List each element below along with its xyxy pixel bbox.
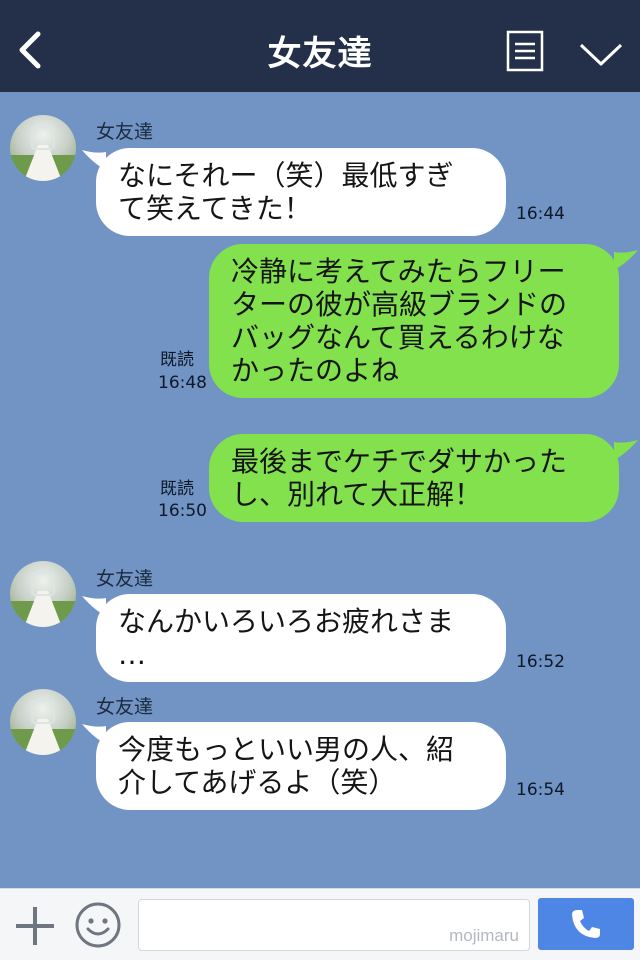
sender-name: 女友達 xyxy=(96,121,154,143)
phone-icon xyxy=(572,910,600,938)
watermark: mojimaru xyxy=(449,926,519,945)
message-line: 最後までケチでダサかった xyxy=(231,445,568,478)
message-line: ターの彼が高級ブランドの xyxy=(231,288,568,321)
call-button[interactable] xyxy=(538,898,634,950)
message-line: バッグなんて買えるわけな xyxy=(231,321,565,354)
message-line: なんかいろいろお疲れさま xyxy=(118,605,455,638)
smiley-icon[interactable] xyxy=(74,901,122,949)
message-bubble[interactable]: 最後までケチでダサかった し、別れて大正解！ xyxy=(209,434,619,522)
message-bubble[interactable]: 今度もっといい男の人、紹 介してあげるよ（笑） xyxy=(96,722,506,810)
chat-header: 女友達 xyxy=(0,0,640,92)
avatar[interactable] xyxy=(10,561,76,627)
message-bubble[interactable]: なんかいろいろお疲れさま … xyxy=(96,594,506,682)
input-bar: mojimaru xyxy=(0,888,640,960)
message-line: 冷静に考えてみたらフリー xyxy=(231,255,566,288)
avatar[interactable] xyxy=(10,689,76,755)
message-bubble[interactable]: 冷静に考えてみたらフリー ターの彼が高級ブランドの バッグなんて買えるわけな か… xyxy=(209,244,619,398)
avatar[interactable] xyxy=(10,115,76,181)
read-receipt: 既読 xyxy=(160,479,194,499)
chevron-down-icon[interactable] xyxy=(578,40,624,68)
list-icon[interactable] xyxy=(506,30,544,72)
message-bubble[interactable]: なにそれー（笑）最低すぎ て笑えてきた！ xyxy=(96,148,506,236)
message-line: … xyxy=(118,638,146,671)
plus-icon[interactable] xyxy=(14,905,56,947)
message-line: なにそれー（笑）最低すぎ xyxy=(118,159,454,192)
bubble-tail xyxy=(614,250,638,270)
message-time: 16:54 xyxy=(516,780,565,800)
read-receipt: 既読 xyxy=(160,350,194,370)
message-line: 今度もっといい男の人、紹 xyxy=(118,733,455,766)
message-time: 16:48 xyxy=(158,373,207,393)
chat-area[interactable]: 女友達 なにそれー（笑）最低すぎ て笑えてきた！ 16:44 冷静に考えてみたら… xyxy=(0,92,640,888)
sender-name: 女友達 xyxy=(96,568,154,590)
message-line: し、別れて大正解！ xyxy=(231,478,483,511)
message-time: 16:44 xyxy=(516,204,565,224)
bubble-tail xyxy=(614,440,638,460)
message-line: て笑えてきた！ xyxy=(118,192,312,225)
message-line: かったのよね xyxy=(231,354,400,387)
message-time: 16:50 xyxy=(158,501,207,521)
message-line: 介してあげるよ（笑） xyxy=(118,766,397,799)
sender-name: 女友達 xyxy=(96,696,154,718)
chat-title: 女友達 xyxy=(267,34,373,74)
message-time: 16:52 xyxy=(516,652,565,672)
message-input[interactable]: mojimaru xyxy=(138,899,530,951)
